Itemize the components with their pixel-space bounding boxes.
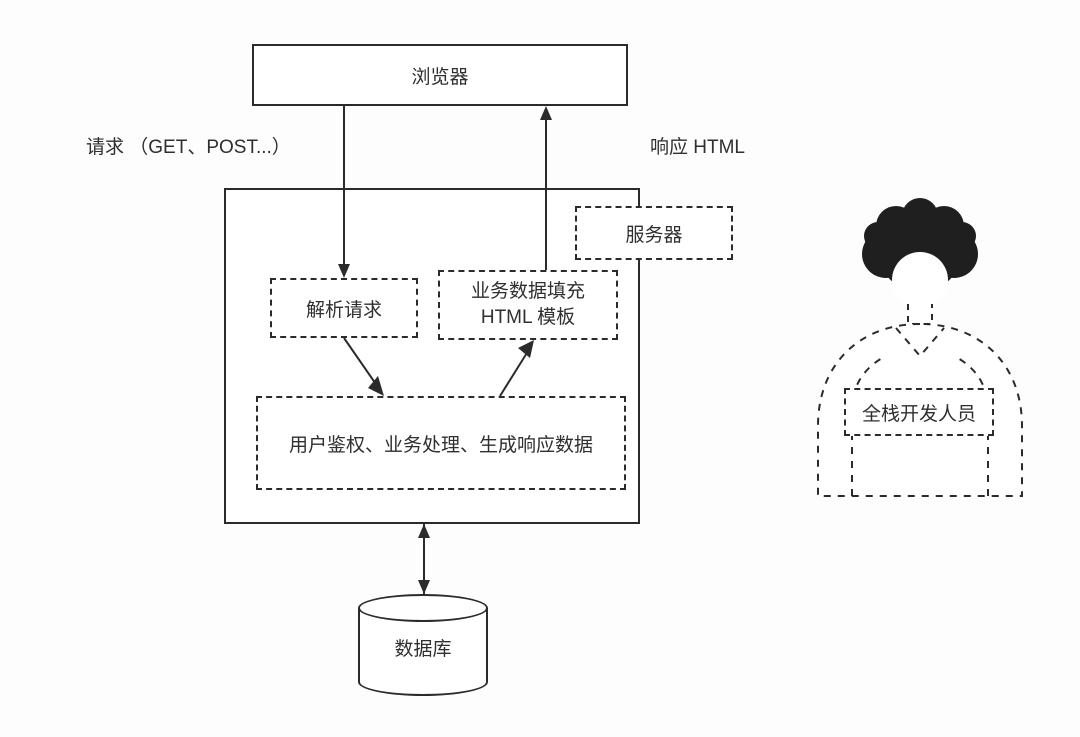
fill-template-box: 业务数据填充 HTML 模板 [438, 270, 618, 340]
developer-figure: 全栈开发人员 [800, 196, 1040, 506]
database-cylinder: 数据库 [358, 594, 488, 696]
database-label: 数据库 [358, 634, 488, 661]
process-label: 用户鉴权、业务处理、生成响应数据 [289, 430, 593, 457]
server-label-box: 服务器 [575, 206, 733, 260]
browser-box: 浏览器 [252, 44, 628, 106]
server-label: 服务器 [625, 220, 682, 247]
architecture-diagram: 浏览器 请求 （GET、POST...） 响应 HTML 服务器 解析请求 业务… [0, 0, 1080, 737]
fill-template-label: 业务数据填充 HTML 模板 [471, 279, 585, 330]
process-box: 用户鉴权、业务处理、生成响应数据 [256, 396, 626, 490]
request-label: 请求 （GET、POST...） [86, 132, 291, 159]
parse-request-box: 解析请求 [270, 278, 418, 338]
parse-request-label: 解析请求 [306, 295, 382, 322]
developer-role-box: 全栈开发人员 [844, 388, 994, 436]
response-label: 响应 HTML [650, 132, 745, 159]
browser-label: 浏览器 [411, 62, 468, 89]
developer-role-label: 全栈开发人员 [862, 399, 976, 426]
